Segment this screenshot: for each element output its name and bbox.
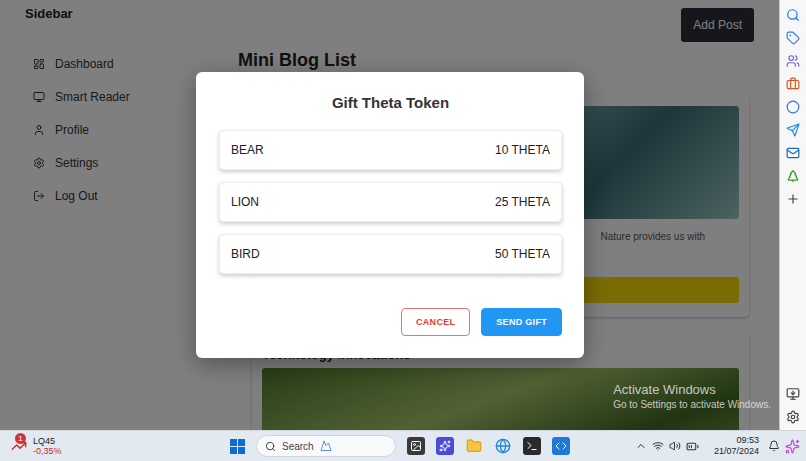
people-icon[interactable]	[786, 54, 800, 68]
web-page: SidebarDashboardSmart ReaderProfileSetti…	[0, 0, 780, 430]
taskbar-search[interactable]: Search	[256, 435, 396, 457]
taskbar-apps: Search	[230, 435, 635, 457]
notification-badge: 1	[15, 433, 26, 444]
toolbox-icon[interactable]	[786, 77, 800, 91]
screen-icon[interactable]	[786, 387, 800, 401]
browser-icon[interactable]	[494, 437, 512, 455]
dialog-title: Gift Theta Token	[219, 94, 562, 111]
tree-icon[interactable]	[786, 169, 800, 183]
browser-area: SidebarDashboardSmart ReaderProfileSetti…	[0, 0, 806, 430]
token-option[interactable]: BIRD50 THETA	[219, 234, 562, 274]
system-tray: 09:5321/07/2024	[635, 435, 800, 457]
search-icon[interactable]	[786, 8, 800, 22]
token-list: BEAR10 THETA LION25 THETA BIRD50 THETA	[219, 130, 562, 274]
plus-icon[interactable]	[786, 192, 800, 206]
speaker-icon[interactable]	[669, 440, 681, 452]
activation-watermark: Activate WindowsGo to Settings to activa…	[613, 382, 771, 410]
windows-logo-icon[interactable]	[230, 439, 245, 454]
folder-icon[interactable]	[465, 437, 483, 455]
task-view-icon[interactable]	[407, 437, 425, 455]
gift-dialog: Gift Theta Token BEAR10 THETA LION25 THETA…	[196, 72, 584, 358]
send-gift-button[interactable]: SEND GIFT	[481, 308, 562, 336]
screen: SidebarDashboardSmart ReaderProfileSetti…	[0, 0, 806, 461]
stock-widget[interactable]: 1LQ45-0,35%	[10, 436, 230, 456]
wifi-icon[interactable]	[652, 440, 664, 452]
clock[interactable]: 09:5321/07/2024	[714, 435, 759, 457]
terminal-icon[interactable]	[523, 437, 541, 455]
circle-icon[interactable]	[786, 100, 800, 114]
chevron-up-icon[interactable]	[635, 440, 647, 452]
search-icon	[265, 441, 276, 452]
scene-icon	[320, 440, 332, 452]
outlook-icon[interactable]	[786, 146, 800, 160]
copilot-icon[interactable]	[785, 439, 800, 454]
gear-icon[interactable]	[786, 410, 800, 424]
bell-icon[interactable]	[768, 440, 780, 452]
cancel-button[interactable]: CANCEL	[401, 308, 470, 336]
send-icon[interactable]	[786, 123, 800, 137]
battery-icon[interactable]	[686, 440, 699, 453]
vscode-icon[interactable]	[552, 437, 570, 455]
edge-sidebar	[780, 0, 806, 430]
taskbar: 1LQ45-0,35% Search 09:5321/07/2024	[0, 430, 806, 461]
token-option[interactable]: BEAR10 THETA	[219, 130, 562, 170]
dialog-actions: CANCEL SEND GIFT	[219, 308, 562, 336]
token-option[interactable]: LION25 THETA	[219, 182, 562, 222]
tag-icon[interactable]	[786, 31, 800, 45]
app-icon[interactable]	[436, 437, 454, 455]
